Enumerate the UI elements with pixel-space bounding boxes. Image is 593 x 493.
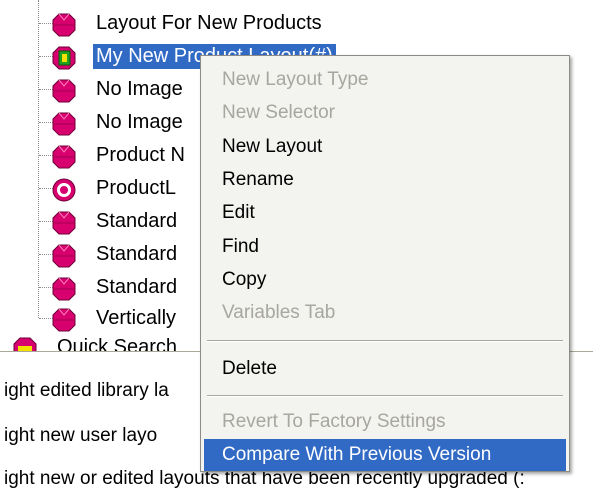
tree-item-label: No Image	[96, 111, 183, 133]
tree-item-label: Layout For New Products	[96, 12, 322, 34]
menu-item-new-layout[interactable]: New Layout	[204, 131, 566, 163]
layout-type-icon	[13, 337, 37, 351]
tree-item-label: No Image	[96, 78, 183, 100]
menu-item-variables-tab[interactable]: Variables Tab	[204, 297, 566, 329]
menu-item-new-layout-type[interactable]: New Layout Type	[204, 64, 566, 96]
legend-edited-library: ight edited library la	[4, 380, 169, 401]
legend-new-user-layout: ight new user layo	[4, 425, 158, 446]
menu-item-compare-with-previous-version[interactable]: Compare With Previous Version	[204, 439, 566, 471]
menu-item-copy[interactable]: Copy	[204, 264, 566, 296]
menu-item-rename[interactable]: Rename	[204, 164, 566, 196]
menu-separator	[207, 340, 563, 342]
layout-icon	[52, 308, 76, 332]
tree-item-label: Standard	[96, 276, 178, 298]
context-menu: New Layout Type New Selector New Layout …	[200, 55, 570, 472]
menu-separator	[207, 395, 563, 397]
tree-item-label: Quick Search	[57, 336, 178, 351]
product-layout-icon	[52, 178, 76, 202]
layout-icon	[52, 211, 76, 235]
menu-item-new-selector[interactable]: New Selector	[204, 97, 566, 129]
tree-item-label: Vertically	[96, 307, 177, 329]
tree-item-label: ProductL	[96, 177, 177, 199]
tree-item-label: Standard	[96, 210, 178, 232]
layout-icon	[52, 112, 76, 136]
menu-item-delete[interactable]: Delete	[204, 353, 566, 385]
layout-icon	[52, 244, 76, 268]
user-layout-icon	[52, 46, 76, 70]
layout-icon	[52, 79, 76, 103]
menu-item-edit[interactable]: Edit	[204, 197, 566, 229]
layout-icon	[52, 277, 76, 301]
tree-item-label: Product N	[96, 144, 185, 166]
menu-item-find[interactable]: Find	[204, 231, 566, 263]
layout-icon	[52, 13, 76, 37]
menu-item-revert-to-factory-settings[interactable]: Revert To Factory Settings	[204, 406, 566, 438]
layout-icon	[52, 145, 76, 169]
tree-item-label: Standard	[96, 243, 178, 265]
tree-item-layout-for-new-products[interactable]: Layout For New Products	[0, 7, 593, 40]
